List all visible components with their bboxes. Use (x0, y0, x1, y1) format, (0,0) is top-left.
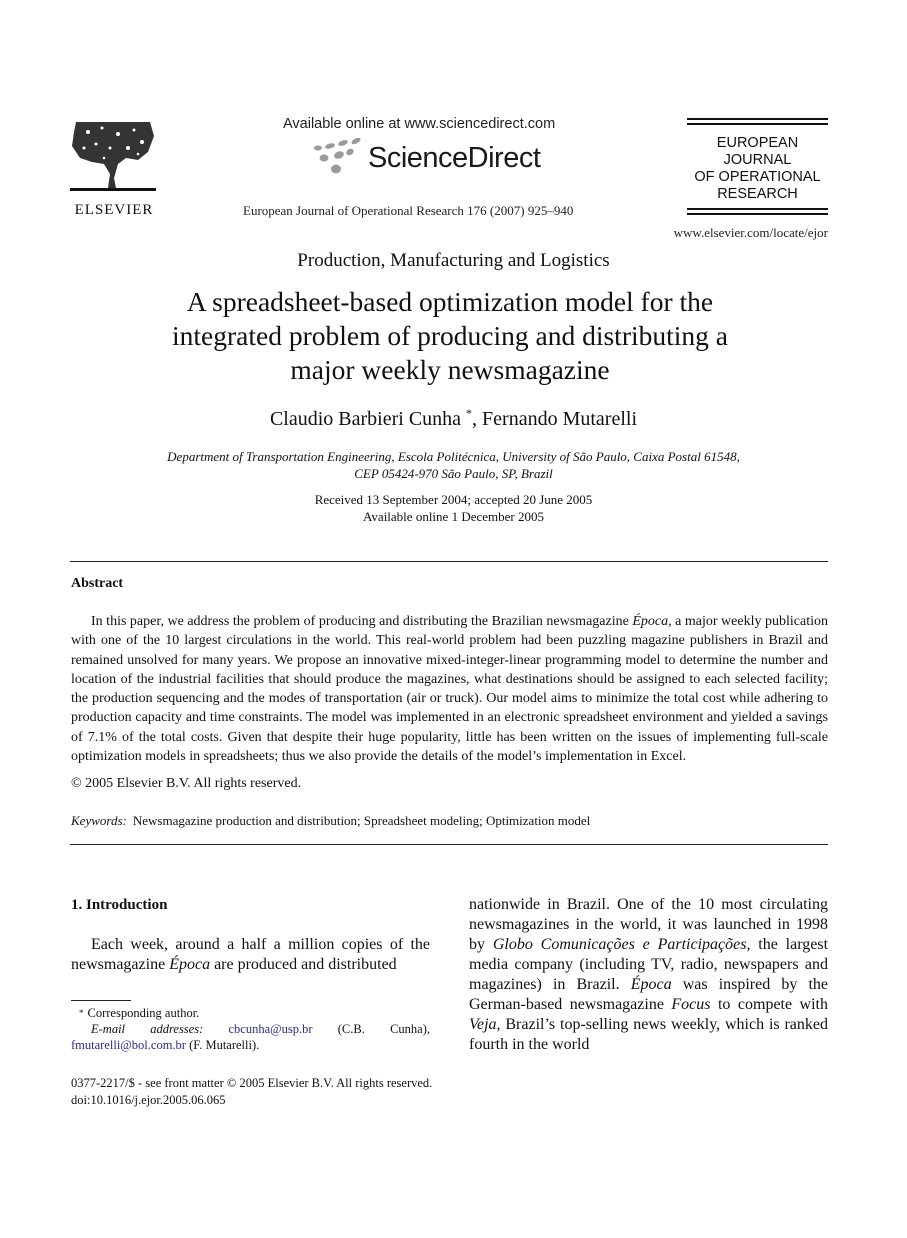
journal-logo-rule (687, 123, 828, 125)
title-line: integrated problem of producing and dist… (172, 320, 728, 351)
section-label: Production, Manufacturing and Logistics (297, 250, 610, 271)
body-italic: Focus (671, 996, 711, 1013)
author-name: Fernando Mutarelli (482, 408, 638, 430)
received-date: Received 13 September 2004; accepted 20 … (314, 492, 593, 507)
issn-line: 0377-2217/$ - see front matter © 2005 El… (71, 1076, 433, 1090)
footnote-line: * Corresponding author. (71, 1005, 430, 1021)
keywords-label: Keywords: (71, 813, 127, 828)
keywords: Keywords: Newsmagazine production and dis… (71, 813, 590, 829)
journal-logo-line: JOURNAL (723, 152, 792, 168)
affiliation: Department of Transportation Engineering… (100, 448, 807, 482)
divider (70, 844, 828, 845)
footnote-rule (71, 1000, 131, 1001)
journal-citation: European Journal of Operational Research… (243, 203, 574, 218)
footnote-line: E-mail addresses: cbcunha@usp.br (C.B. C… (71, 1021, 430, 1053)
abstract-text: In this paper, we address the problem of… (71, 612, 828, 766)
journal-logo-rule (687, 213, 828, 215)
title-line: A spreadsheet-based optimization model f… (186, 286, 714, 317)
abstract-italic-term: Época (632, 614, 669, 629)
email-label: E-mail addresses: (91, 1022, 204, 1036)
elsevier-logo: ELSEVIER (68, 118, 160, 218)
journal-logo-rule (687, 118, 828, 120)
author-name: Claudio Barbieri Cunha (269, 408, 462, 430)
journal-logo-line: EUROPEAN (716, 135, 799, 151)
affiliation-line: CEP 05424-970 São Paulo, SP, Brazil (354, 466, 553, 481)
corresponding-author-mark[interactable]: * (466, 406, 472, 420)
sciencedirect-dots-icon (314, 137, 361, 174)
intro-left-column: Each week, around a half a million copie… (71, 935, 430, 975)
abstract-heading: Abstract (71, 576, 124, 591)
journal-logo-title: EUROPEAN JOURNAL OF OPERATIONAL RESEARCH (687, 135, 828, 203)
front-matter: 0377-2217/$ - see front matter © 2005 El… (71, 1075, 432, 1109)
body-italic: Globo Comunicações e Participações (492, 936, 747, 953)
affiliation-line: Department of Transportation Engineering… (167, 449, 740, 464)
keywords-list: Newsmagazine production and distribution… (132, 813, 591, 828)
section-heading: 1. Introduction (71, 897, 168, 913)
sciencedirect-wordmark: ScienceDirect (368, 142, 541, 174)
body-text: to compete with (710, 996, 828, 1013)
journal-logo-rule (687, 208, 828, 210)
body-italic: Veja (469, 1016, 497, 1033)
email-owner: (F. Mutarelli). (185, 1038, 260, 1052)
body-text: are produced and distributed (210, 956, 397, 973)
elsevier-tree-icon (70, 122, 156, 191)
email-link[interactable]: fmutarelli@bol.com.br (71, 1038, 186, 1052)
abstract-text-part: In this paper, we address the problem of… (91, 614, 633, 629)
available-date: Available online 1 December 2005 (363, 509, 544, 524)
sciencedirect-logo[interactable]: ScienceDirect (310, 137, 580, 180)
journal-url-link[interactable]: www.elsevier.com/locate/ejor (660, 225, 828, 241)
author-separator: , (472, 408, 483, 430)
journal-logo-line: OF OPERATIONAL (694, 169, 821, 185)
journal-logo: EUROPEAN JOURNAL OF OPERATIONAL RESEARCH (687, 118, 828, 218)
divider (70, 561, 828, 562)
email-owner: (C.B. Cunha), (312, 1022, 431, 1036)
footnote-mark: * (79, 1008, 84, 1018)
body-italic: Época (169, 956, 211, 973)
body-text: , Brazil’s top-selling news weekly, whic… (469, 1016, 828, 1053)
title-line: major weekly newsmagazine (290, 354, 610, 385)
article-title: A spreadsheet-based optimization model f… (100, 285, 800, 387)
article-dates: Received 13 September 2004; accepted 20 … (0, 491, 907, 525)
footnote-corresponding: Corresponding author. (87, 1006, 200, 1020)
abstract-text-part: , a major weekly publication with one of… (71, 614, 828, 765)
abstract-copyright: © 2005 Elsevier B.V. All rights reserved… (71, 776, 302, 791)
journal-logo-line: RESEARCH (717, 186, 798, 202)
intro-right-column: nationwide in Brazil. One of the 10 most… (469, 895, 828, 1055)
doi-line[interactable]: doi:10.1016/j.ejor.2005.06.065 (71, 1092, 432, 1109)
footnote: * Corresponding author. E-mail addresses:… (71, 1005, 430, 1053)
available-online-text[interactable]: Available online at www.sciencedirect.co… (283, 116, 555, 132)
authors: Claudio Barbieri Cunha *, Fernando Mutar… (0, 406, 907, 431)
elsevier-wordmark: ELSEVIER (74, 202, 154, 218)
body-italic: Época (630, 976, 672, 993)
email-link[interactable]: cbcunha@usp.br (228, 1022, 312, 1036)
